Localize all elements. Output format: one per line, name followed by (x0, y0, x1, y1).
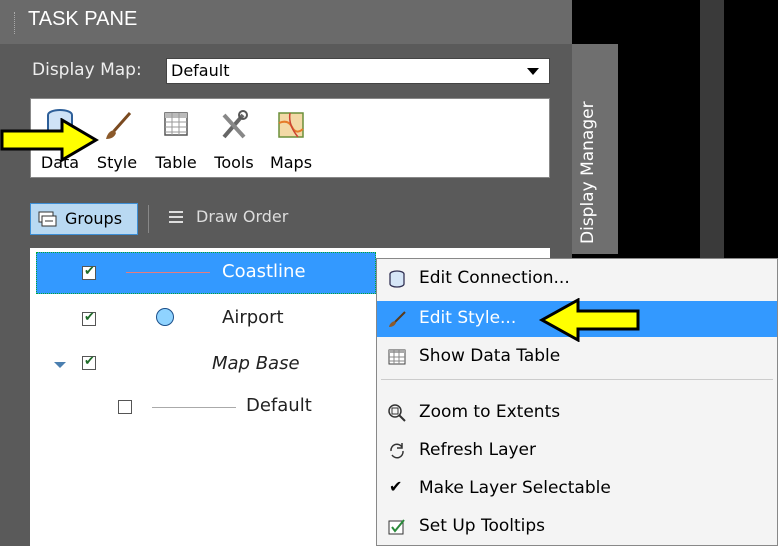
view-tabs: Groups Draw Order (30, 195, 550, 243)
menu-item-label: Edit Style... (419, 308, 517, 328)
menu-item-refresh-layer[interactable]: Refresh Layer (377, 433, 777, 469)
map-icon (278, 112, 304, 138)
table-button[interactable]: Table (149, 99, 203, 177)
groups-tab-label: Groups (65, 209, 123, 228)
maps-button-label: Maps (269, 153, 313, 172)
table-button-label: Table (155, 153, 197, 172)
paintbrush-icon (106, 112, 132, 139)
checkmark-icon: ✔ (84, 354, 95, 369)
maps-button[interactable]: Maps (263, 99, 319, 177)
tools-icon (222, 110, 248, 139)
point-style-swatch (156, 308, 174, 326)
group-name: Map Base (212, 353, 300, 374)
menu-item-edit-connection[interactable]: Edit Connection... (377, 261, 777, 297)
line-style-swatch (152, 407, 236, 408)
draw-order-tab[interactable]: Draw Order (196, 207, 288, 226)
paintbrush-icon (389, 311, 406, 327)
display-map-dropdown[interactable]: Default (166, 58, 550, 84)
drag-grip-icon[interactable] (14, 12, 18, 34)
menu-item-label: Refresh Layer (419, 440, 536, 460)
line-style-swatch (126, 272, 210, 273)
menu-item-label: Edit Connection... (419, 268, 570, 288)
draw-order-icon (169, 211, 183, 223)
tooltip-checkbox-icon (388, 519, 405, 535)
menu-item-zoom-to-extents[interactable]: Zoom to Extents (377, 395, 777, 431)
table-icon (388, 349, 406, 365)
menu-item-set-up-tooltips[interactable]: Set Up Tooltips (377, 509, 777, 545)
display-manager-toolbar: Data Style Table Tools Maps (30, 98, 550, 178)
menu-item-make-layer-selectable[interactable]: ✔ Make Layer Selectable (377, 471, 777, 507)
menu-item-label: Set Up Tooltips (419, 516, 546, 536)
zoom-icon (388, 404, 406, 422)
menu-item-label: Make Layer Selectable (419, 478, 611, 498)
display-manager-tab-label: Display Manager (578, 101, 598, 244)
expand-arrow-icon[interactable] (54, 362, 66, 368)
groups-tab[interactable]: Groups (30, 203, 138, 235)
visibility-checkbox[interactable]: ✔ (82, 354, 96, 370)
menu-item-show-data-table[interactable]: Show Data Table (377, 339, 777, 375)
callout-arrow-toolbar (0, 118, 99, 162)
menu-separator (381, 379, 773, 380)
checkmark-icon: ✔ (84, 310, 95, 325)
display-map-value: Default (171, 61, 230, 80)
tools-button-label: Tools (214, 153, 254, 172)
menu-item-label: Zoom to Extents (419, 402, 561, 422)
task-pane-title: TASK PANE (28, 8, 138, 30)
layer-name: Airport (222, 307, 284, 328)
checkmark-icon: ✔ (389, 477, 403, 496)
visibility-checkbox[interactable]: ✔ (82, 310, 96, 326)
table-icon (164, 112, 188, 136)
menu-item-label: Show Data Table (419, 346, 561, 366)
display-manager-tab[interactable]: Display Manager (572, 44, 618, 254)
task-pane-titlebar: TASK PANE (0, 0, 572, 44)
tab-divider (148, 205, 149, 233)
display-map-label: Display Map: (32, 60, 142, 80)
tools-button[interactable]: Tools (207, 99, 261, 177)
checkmark-icon: ✔ (84, 264, 95, 279)
database-icon (389, 270, 405, 288)
visibility-checkbox[interactable] (118, 400, 132, 414)
refresh-icon (390, 443, 404, 459)
visibility-checkbox[interactable]: ✔ (82, 264, 96, 280)
layer-name: Coastline (222, 261, 306, 282)
callout-arrow-menu (538, 298, 640, 342)
layer-name: Default (246, 395, 312, 416)
groups-icon (38, 211, 57, 227)
chevron-down-icon (527, 68, 539, 75)
